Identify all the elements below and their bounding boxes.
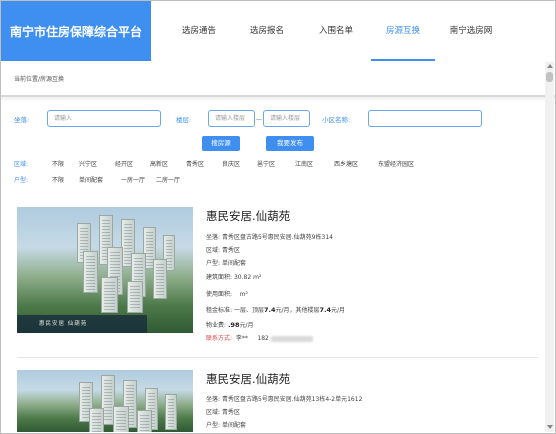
listing-layout: 户型: 单间配套	[206, 258, 246, 267]
rent-text: 元/月，其他楼层	[275, 307, 320, 314]
listing-address: 坐落: 青秀区盘古路5号惠民安居.仙葫苑9栋314	[206, 232, 333, 241]
breadcrumb: 当前位置/房源互换	[14, 76, 65, 83]
community-label: 小区名称:	[322, 116, 351, 124]
usable-unit: m²	[239, 291, 248, 298]
layout-label: 户型:	[206, 260, 221, 267]
nav-registration[interactable]: 选房报名	[233, 1, 301, 61]
district-option-xingning[interactable]: 兴宁区	[79, 159, 115, 168]
area-value: 30.82	[233, 274, 252, 281]
main-nav: 选房通告 选房报名 入围名单 房源互换 南宁选房网	[167, 1, 505, 61]
district-option-yongning[interactable]: 邕宁区	[257, 159, 295, 168]
usable-label: 使用面积:	[206, 291, 233, 298]
listing-property-fee: 物业费: .98元/月	[206, 320, 254, 329]
building-shape	[165, 394, 177, 430]
floor-min-input[interactable]: 请输入楼层	[208, 110, 255, 127]
scrollbar-thumb[interactable]	[546, 72, 553, 82]
listing-photo[interactable]: 惠民安居 仙葫苑	[17, 207, 193, 333]
fee-label: 物业费:	[206, 322, 227, 329]
rent-value-top: 7.4	[263, 306, 276, 314]
contact-label: 联系方式:	[206, 335, 233, 342]
building-shape	[153, 259, 167, 299]
district-filter-row: 区域: 不限 兴宁区 经开区 高新区 青秀区 良庆区 邕宁区 江南区 西乡塘区 …	[14, 159, 414, 168]
district-option-liangqing[interactable]: 良庆区	[222, 159, 257, 168]
nav-nanning-housing[interactable]: 南宁选房网	[437, 1, 505, 61]
layout-option-two-bedroom[interactable]: 二房一厅	[156, 175, 180, 184]
layout-option-any[interactable]: 不限	[52, 175, 79, 184]
layout-option-single-room[interactable]: 单间配套	[79, 175, 121, 184]
district-value: 青秀区	[221, 409, 240, 416]
search-button[interactable]: 搜房源	[202, 136, 240, 151]
district-option-asean[interactable]: 东盟经济园区	[378, 159, 414, 168]
building-shape	[83, 251, 98, 293]
building-shape	[113, 406, 129, 432]
address-value: 青秀区盘古路5号惠民安居.仙葫苑13栋4-2单元1612	[221, 396, 363, 403]
district-filter-label: 区域:	[14, 161, 29, 168]
contact-name: 李**	[235, 335, 248, 342]
layout-filter-label: 户型:	[14, 177, 29, 184]
address-label: 坐落:	[206, 234, 221, 241]
listing-photo[interactable]	[17, 370, 193, 432]
listing-separator	[17, 357, 539, 358]
nav-announcements[interactable]: 选房通告	[167, 1, 231, 61]
fee-value: .98	[227, 321, 240, 329]
building-shape	[137, 410, 152, 432]
listing-district: 区域: 青秀区	[206, 407, 240, 416]
building-shape	[89, 408, 104, 432]
district-option-any[interactable]: 不限	[52, 159, 79, 168]
nav-house-exchange[interactable]: 房源互换	[371, 1, 435, 61]
address-label: 坐落:	[206, 396, 221, 403]
address-value: 青秀区盘古路5号惠民安居.仙葫苑9栋314	[221, 234, 333, 241]
scroll-up-arrow-icon[interactable]	[547, 64, 553, 68]
floor-max-input[interactable]: 请输入楼层	[263, 110, 310, 127]
listing-contact: 联系方式: 李** 182	[206, 333, 313, 342]
site-logo[interactable]: 南宁市住房保障综合平台	[1, 1, 151, 61]
district-option-qingxiu[interactable]: 青秀区	[186, 159, 222, 168]
divider-shadow	[1, 97, 555, 102]
site-header: 南宁市住房保障综合平台 选房通告 选房报名 入围名单 房源互换 南宁选房网	[1, 1, 555, 61]
area-label: 建筑面积:	[206, 274, 233, 281]
building-shape	[127, 281, 143, 313]
layout-value: 单间配套	[221, 260, 246, 267]
district-value: 青秀区	[221, 247, 240, 254]
location-input[interactable]: 请输入	[47, 110, 161, 127]
scrollbar-track[interactable]	[545, 62, 554, 432]
district-option-xixiangtang[interactable]: 西乡塘区	[334, 159, 378, 168]
floor-label: 楼层:	[176, 116, 192, 124]
scroll-down-arrow-icon[interactable]	[547, 425, 553, 429]
listing-usable-area: 使用面积: m²	[206, 289, 248, 298]
location-label: 坐落:	[14, 116, 30, 124]
district-option-jingkai[interactable]: 经开区	[115, 159, 150, 168]
listing-title[interactable]: 惠民安居.仙葫苑	[206, 208, 290, 224]
layout-label: 户型:	[206, 422, 221, 429]
district-label: 区域:	[206, 409, 221, 416]
floor-range-dash: —	[256, 116, 262, 123]
fee-unit: 元/月	[239, 322, 254, 329]
listing-address: 坐落: 青秀区盘古路5号惠民安居.仙葫苑13栋4-2单元1612	[206, 394, 362, 403]
rent-text: 一层、顶层	[233, 307, 264, 314]
listing-title[interactable]: 惠民安居.仙葫苑	[206, 371, 290, 387]
nav-shortlist[interactable]: 入围名单	[303, 1, 369, 61]
district-label: 区域:	[206, 247, 221, 254]
building-shape	[101, 277, 118, 313]
image-caption: 惠民安居 仙葫苑	[17, 315, 147, 333]
rent-label: 租金标准:	[206, 307, 233, 314]
community-input[interactable]	[368, 110, 482, 127]
rent-value-other: 7.4	[319, 306, 332, 314]
listing-district: 区域: 青秀区	[206, 245, 240, 254]
layout-option-one-bedroom[interactable]: 一房一厅	[121, 175, 156, 184]
rent-text: 元/月	[331, 307, 346, 314]
publish-button[interactable]: 我要发布	[266, 136, 314, 151]
area-unit: m²	[253, 274, 262, 281]
district-option-gaoxin[interactable]: 高新区	[150, 159, 186, 168]
redacted-phone	[270, 335, 313, 342]
layout-value: 单间配套	[221, 422, 246, 429]
listing-layout: 户型: 单间配套	[206, 420, 246, 429]
contact-phone: 182	[257, 335, 269, 342]
district-option-jiangnan[interactable]: 江南区	[295, 159, 334, 168]
listing-rent: 租金标准: 一层、顶层7.4元/月，其他楼层7.4元/月	[206, 305, 345, 314]
listing-area: 建筑面积: 30.82 m²	[206, 272, 261, 281]
layout-filter-row: 户型: 不限 单间配套 一房一厅 二房一厅	[14, 175, 180, 184]
